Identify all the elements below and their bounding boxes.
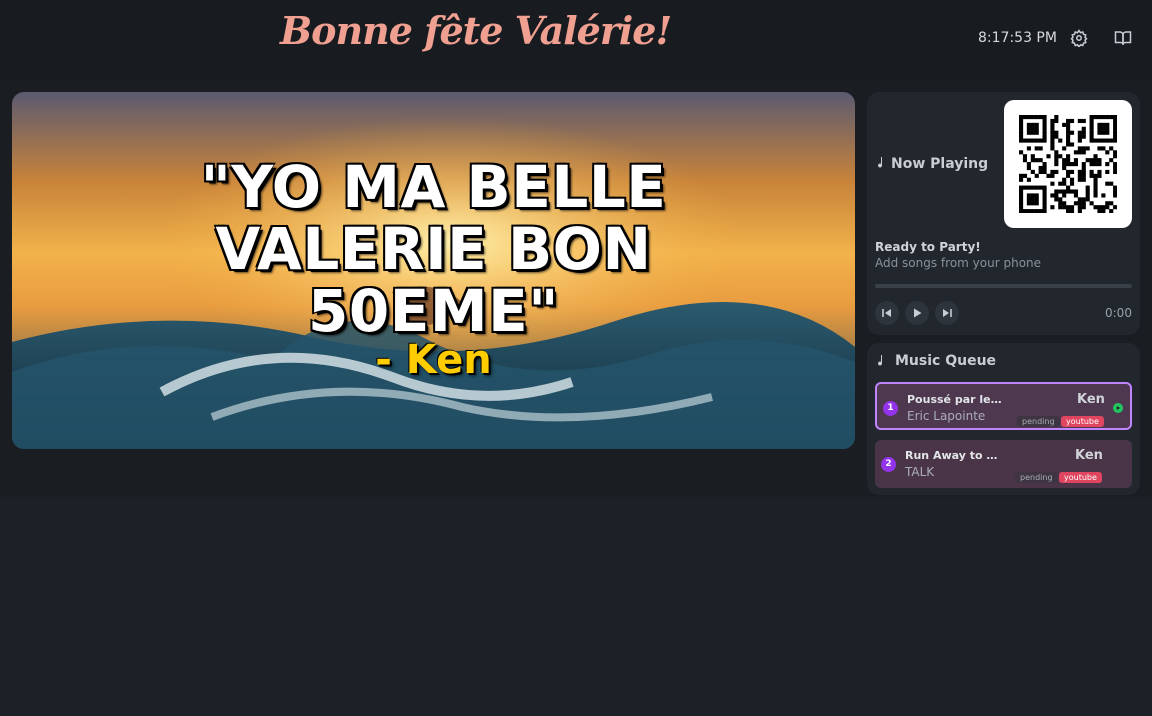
play-button[interactable] — [905, 301, 929, 325]
music-note-icon — [878, 157, 883, 168]
status-subtitle: Add songs from your phone — [875, 256, 1042, 270]
status-title: Ready to Party! — [875, 240, 981, 254]
skip-forward-icon — [943, 309, 952, 317]
book-open-icon — [1114, 31, 1132, 45]
next-button[interactable] — [935, 301, 959, 325]
hero-message-card: "YO MA BELLE VALERIE BON 50EME" - Ken — [12, 92, 855, 449]
queue-item[interactable]: 2 Run Away to M... TALK Ken pending yout… — [875, 440, 1132, 488]
playback-time: 0:00 — [1105, 306, 1132, 320]
progress-bar[interactable] — [875, 284, 1132, 288]
song-artist: Eric Lapointe — [907, 409, 986, 423]
now-playing-heading: Now Playing — [891, 156, 989, 172]
status-badge: pending — [1017, 416, 1060, 427]
skip-back-icon — [882, 309, 891, 317]
now-playing-indicator-icon — [1113, 403, 1123, 413]
gear-icon — [1070, 29, 1088, 49]
music-queue-heading: Music Queue — [895, 353, 997, 369]
requested-by: Ken — [1077, 392, 1105, 407]
queue-position: 2 — [881, 457, 896, 472]
requested-by: Ken — [1075, 448, 1103, 463]
hero-quote: "YO MA BELLE VALERIE BON 50EME" — [200, 153, 667, 345]
settings-button[interactable] — [1070, 29, 1092, 51]
song-title: Run Away to M... — [905, 449, 1003, 462]
page-title: Bonne fête Valérie! — [280, 8, 672, 53]
queue-item[interactable]: 1 Poussé par le ... Eric Lapointe Ken pe… — [875, 382, 1132, 430]
song-title: Poussé par le ... — [907, 393, 1005, 406]
play-icon — [914, 308, 922, 318]
clock: 8:17:53 PM — [978, 30, 1057, 46]
status-badge: pending — [1015, 472, 1058, 483]
qr-code-image — [1019, 115, 1117, 213]
queue-position: 1 — [883, 401, 898, 416]
source-badge: youtube — [1059, 472, 1102, 483]
music-queue-panel: Music Queue 1 Poussé par le ... Eric Lap… — [867, 343, 1140, 495]
now-playing-panel: Now Playing Ready to Party! Add songs fr… — [867, 92, 1140, 335]
music-note-icon — [878, 355, 883, 366]
hero-author: - Ken — [375, 337, 492, 383]
song-artist: TALK — [905, 465, 935, 479]
qr-code[interactable] — [1004, 100, 1132, 228]
guide-button[interactable] — [1114, 29, 1136, 51]
source-badge: youtube — [1061, 416, 1104, 427]
previous-button[interactable] — [875, 301, 899, 325]
